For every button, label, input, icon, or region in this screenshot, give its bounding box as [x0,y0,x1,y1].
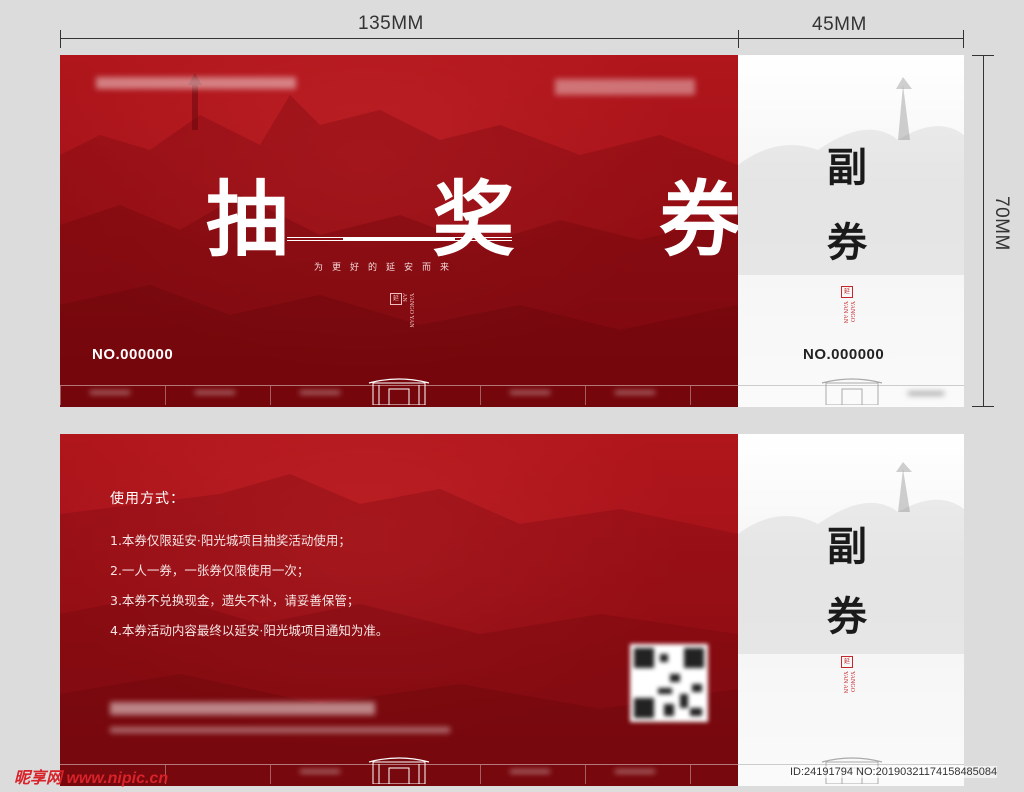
ticket-title: 抽 奖 券 [206,172,738,268]
stub-char-2: 券 [827,219,867,266]
front-ticket-main: 抽 奖 券 为更好的延安而来 延 YANGO YAN AN NO.000000 [60,55,738,407]
strip-mini-logo [615,391,655,394]
ticket-number: NO.000000 [92,346,174,363]
dim-tick [972,406,994,407]
developer-logo-blurred [96,77,296,89]
strip-divider [165,386,166,405]
hotline-blurred [110,702,375,715]
seal-stamp: 延 [841,286,853,298]
strip-divider [60,386,61,405]
dim-label-stub-width: 45MM [812,14,867,35]
mountain-background [60,474,738,786]
stub-char-1: 副 [827,144,867,191]
back-ticket-stub: 副 券 延 YANGO YAN AN [738,434,964,786]
dim-line-height [983,55,984,407]
strip-divider [690,386,691,405]
qr-module [690,708,702,716]
dim-tick [738,30,739,48]
gate-icon [368,757,430,784]
stub-number: NO.000000 [803,346,885,363]
dim-tick [972,55,994,56]
address-blurred [110,727,450,733]
seal-english-text: YANGO YAN AN [842,671,855,694]
stub-char-2: 券 [827,593,867,640]
dim-tick [60,30,61,48]
usage-item: 2.一人一券，一张券仅限使用一次； [110,563,310,578]
stub-mini-logo [908,392,944,395]
strip-mini-logo [90,391,130,394]
project-logo-blurred [555,79,695,95]
front-ticket-stub: 副 券 延 YANGO YAN AN NO.000000 [738,55,964,407]
strip-divider [585,765,586,784]
usage-item: 3.本券不兑换现金，遗失不补，请妥善保管； [110,593,360,608]
seal-english-text: YANGO YAN AN [401,293,414,328]
strip-mini-logo [195,391,235,394]
seal-stamp: 延 [841,656,853,668]
strip-mini-logo [300,770,340,773]
qr-module [680,694,688,708]
qr-finder [634,648,654,668]
qr-module [658,688,672,694]
dim-tick [963,30,964,48]
dim-line-stub-width [738,38,964,39]
strip-divider [480,386,481,405]
strip-mini-logo [615,770,655,773]
back-ticket-main: 使用方式： 1.本券仅限延安·阳光城项目抽奖活动使用； 2.一人一券，一张券仅限… [60,434,738,786]
qr-code [630,644,708,722]
usage-item: 4.本券活动内容最终以延安·阳光城项目通知为准。 [110,623,389,638]
usage-title: 使用方式： [110,491,185,507]
gate-icon [821,378,883,405]
ticket-subtitle: 为更好的延安而来 [314,263,459,273]
stub-char-1: 副 [827,523,867,570]
strip-mini-logo [300,391,340,394]
seal-english-text: YANGO YAN AN [842,301,855,324]
strip-divider [270,765,271,784]
qr-module [660,654,668,662]
strip-mini-logo [510,770,550,773]
qr-finder [634,698,654,718]
dim-label-main-width: 135MM [358,13,424,34]
strip-divider [585,386,586,405]
qr-module [670,674,680,682]
usage-item: 1.本券仅限延安·阳光城项目抽奖活动使用； [110,533,351,548]
qr-module [692,684,702,692]
gate-icon [368,378,430,405]
strip-mini-logo [510,391,550,394]
qr-module [664,704,674,716]
dim-label-height: 70MM [991,196,1012,251]
image-id-watermark: ID:24191794 NO:20190321174158485084 [790,766,998,778]
title-divider-center [343,238,455,240]
qr-finder [684,648,704,668]
strip-divider [690,765,691,784]
strip-divider [480,765,481,784]
strip-divider [270,386,271,405]
site-watermark: 昵享网 www.nipic.cn [14,770,169,787]
dim-line-main-width [60,38,738,39]
